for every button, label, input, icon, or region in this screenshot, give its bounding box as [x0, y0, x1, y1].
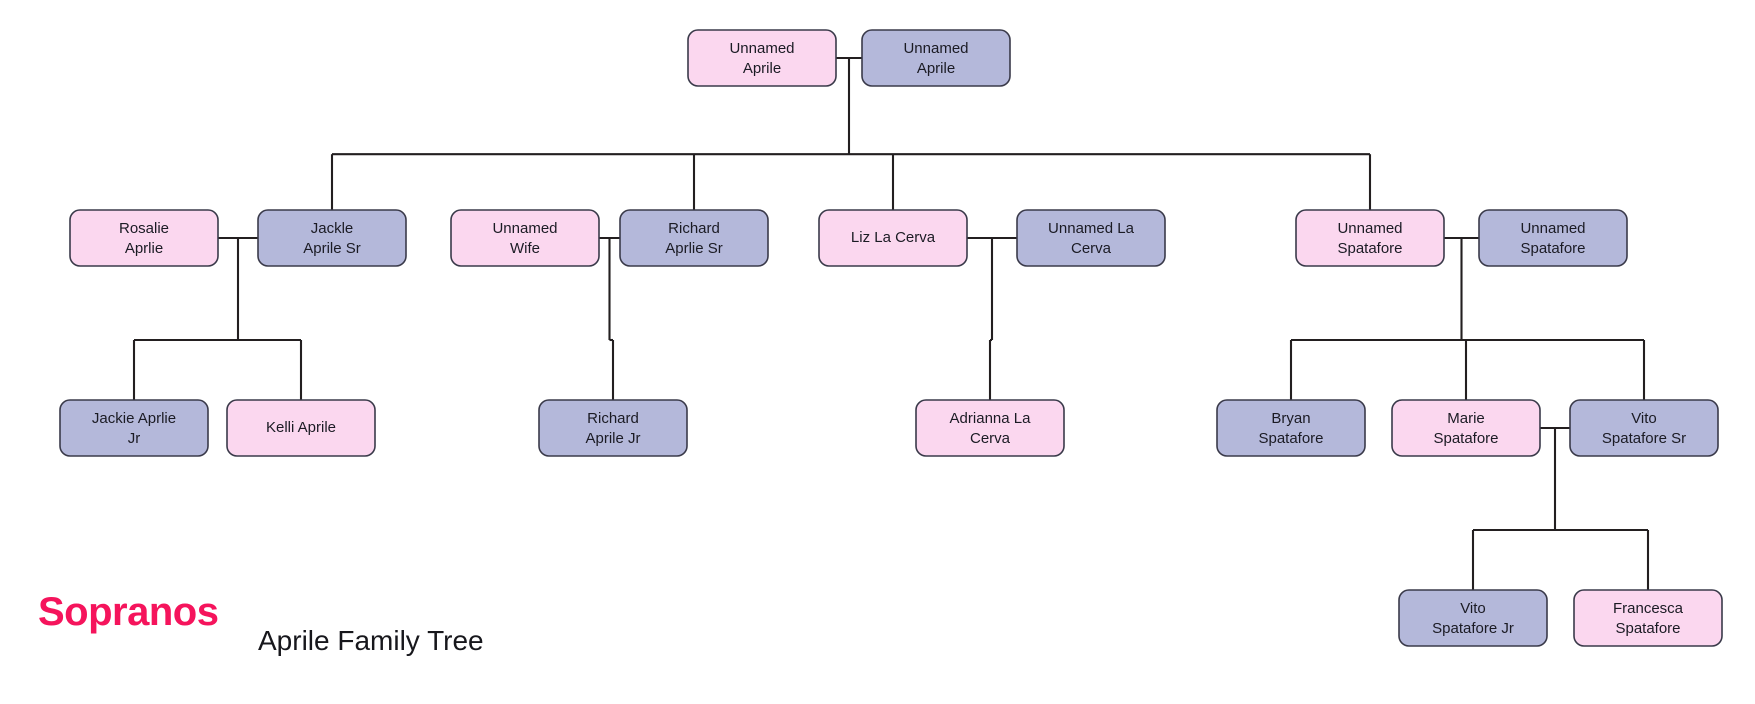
person-box[interactable] — [687, 29, 837, 87]
person-name-line1: Adrianna La — [950, 410, 1032, 427]
person-node[interactable]: Richard Aprile Jr — [538, 399, 688, 457]
person-node[interactable]: Unnamed Spatafore — [1295, 209, 1445, 267]
person-name-line2: Cerva — [1071, 240, 1112, 257]
person-box[interactable] — [1573, 589, 1723, 647]
person-name-line2: Spatafore Jr — [1432, 620, 1514, 637]
person-name-line1: Marie — [1447, 410, 1485, 427]
person-node[interactable]: Unnamed Wife — [450, 209, 600, 267]
person-name-line1: Vito — [1631, 410, 1657, 427]
person-box[interactable] — [1398, 589, 1548, 647]
person-name-line1: Unnamed La — [1048, 220, 1135, 237]
person-node[interactable]: Unnamed La Cerva — [1016, 209, 1166, 267]
person-node[interactable]: Unnamed Aprile — [687, 29, 837, 87]
person-node[interactable]: Vito Spatafore Sr — [1569, 399, 1719, 457]
person-node[interactable]: Liz La Cerva — [818, 209, 968, 267]
person-name-line2: Aprile Jr — [585, 430, 640, 447]
person-node[interactable]: Adrianna La Cerva — [915, 399, 1065, 457]
person-node[interactable]: Rosalie Aprlie — [69, 209, 219, 267]
person-name-line2: Spatafore — [1433, 430, 1498, 447]
person-box[interactable] — [915, 399, 1065, 457]
person-name-line1: Liz La Cerva — [851, 229, 936, 246]
person-name-line2: Spatafore — [1258, 430, 1323, 447]
person-name-line2: Spatafore — [1337, 240, 1402, 257]
person-name-line1: Richard — [668, 220, 720, 237]
person-name-line1: Jackle — [311, 220, 354, 237]
person-name-line2: Spatafore Sr — [1602, 430, 1686, 447]
person-box[interactable] — [1295, 209, 1445, 267]
person-node[interactable]: Marie Spatafore — [1391, 399, 1541, 457]
person-node[interactable]: Vito Spatafore Jr — [1398, 589, 1548, 647]
person-box[interactable] — [257, 209, 407, 267]
person-name-line1: Rosalie — [119, 220, 169, 237]
person-node[interactable]: Bryan Spatafore — [1216, 399, 1366, 457]
brand-title: Sopranos — [38, 590, 218, 634]
person-box[interactable] — [1478, 209, 1628, 267]
person-name-line2: Spatafore — [1520, 240, 1585, 257]
page-title: Aprile Family Tree — [258, 625, 484, 656]
person-name-line2: Wife — [510, 240, 540, 257]
title-layer: Sopranos Aprile Family Tree — [38, 590, 484, 656]
person-name-line1: Unnamed — [1337, 220, 1402, 237]
person-name-line2: Aprlie Sr — [665, 240, 723, 257]
person-node[interactable]: Unnamed Aprile — [861, 29, 1011, 87]
connector-layer — [132, 56, 1650, 590]
person-box[interactable] — [1391, 399, 1541, 457]
person-name-line2: Cerva — [970, 430, 1011, 447]
person-name-line1: Richard — [587, 410, 639, 427]
person-node[interactable]: Richard Aprlie Sr — [619, 209, 769, 267]
person-node[interactable]: Jackle Aprile Sr — [257, 209, 407, 267]
person-node[interactable]: Unnamed Spatafore — [1478, 209, 1628, 267]
person-node[interactable]: Kelli Aprile — [226, 399, 376, 457]
person-name-line2: Aprlie — [125, 240, 163, 257]
person-name-line1: Kelli Aprile — [266, 419, 336, 436]
person-box[interactable] — [861, 29, 1011, 87]
person-name-line1: Francesca — [1613, 600, 1684, 617]
person-name-line2: Aprile Sr — [303, 240, 361, 257]
person-box[interactable] — [619, 209, 769, 267]
person-box[interactable] — [1569, 399, 1719, 457]
person-name-line2: Jr — [128, 430, 141, 447]
person-name-line1: Unnamed — [903, 40, 968, 57]
family-tree-diagram: Unnamed Aprile Unnamed Aprile Rosalie Aprlie J… — [38, 29, 1723, 656]
person-box[interactable] — [1016, 209, 1166, 267]
person-node[interactable]: Jackie Aprlie Jr — [59, 399, 209, 457]
person-box[interactable] — [450, 209, 600, 267]
person-box[interactable] — [59, 399, 209, 457]
person-name-line1: Unnamed — [1520, 220, 1585, 237]
person-name-line2: Aprile — [917, 60, 955, 77]
person-name-line1: Bryan — [1271, 410, 1310, 427]
person-box[interactable] — [69, 209, 219, 267]
person-name-line2: Aprile — [743, 60, 781, 77]
person-name-line1: Jackie Aprlie — [92, 410, 176, 427]
person-box[interactable] — [1216, 399, 1366, 457]
person-name-line2: Spatafore — [1615, 620, 1680, 637]
person-name-line1: Unnamed — [729, 40, 794, 57]
person-name-line1: Unnamed — [492, 220, 557, 237]
person-box[interactable] — [538, 399, 688, 457]
person-name-line1: Vito — [1460, 600, 1486, 617]
person-node[interactable]: Francesca Spatafore — [1573, 589, 1723, 647]
